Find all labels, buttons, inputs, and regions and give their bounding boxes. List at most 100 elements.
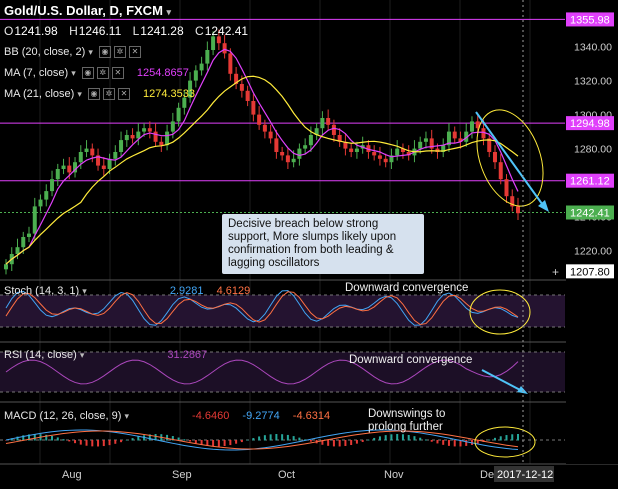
price-axis: 1340.001320.001300.001280.001260.001240.…: [566, 0, 618, 464]
candle-body: [377, 155, 382, 159]
candle-body: [372, 151, 377, 156]
candle-body: [469, 121, 474, 132]
candle-body: [349, 148, 354, 152]
macd-legend[interactable]: MACD (12, 26, close, 9) ▾ -4.6460 -9.277…: [4, 410, 330, 422]
eye-icon[interactable]: ◉: [98, 46, 111, 59]
candle-body: [193, 70, 198, 81]
macd-hist-bar: [413, 436, 416, 441]
chart-stage[interactable]: 100.00000.000075.000050.000025.00000.000…: [0, 0, 618, 484]
chevron-down-icon[interactable]: ▾: [124, 411, 129, 421]
macd-hist-bar: [488, 439, 491, 441]
candle-body: [205, 49, 210, 64]
candle-body: [303, 145, 308, 149]
candle-body: [251, 100, 256, 115]
price-level-label: 1355.98: [570, 14, 610, 26]
candle-body: [291, 158, 296, 163]
macd-hist-bar: [240, 440, 243, 443]
candle-body: [147, 128, 152, 132]
chevron-down-icon[interactable]: ▾: [80, 350, 85, 360]
candle-body: [285, 155, 290, 163]
indicator-ma7-label: MA (7, close): [4, 67, 69, 79]
macd-hist-bar: [499, 436, 502, 441]
gear-icon[interactable]: ✲: [96, 67, 109, 80]
close-icon[interactable]: ✕: [111, 67, 124, 80]
macd-hist-bar: [85, 440, 88, 446]
eye-icon[interactable]: ◉: [87, 88, 100, 101]
gear-icon[interactable]: ✲: [113, 46, 126, 59]
rsi-legend[interactable]: RSI (14, close) ▾ 31.2867: [4, 349, 207, 361]
candle-body: [159, 141, 164, 146]
candle-body: [257, 114, 262, 125]
macd-hist-bar: [344, 440, 347, 446]
macd-hist-bar: [125, 439, 128, 441]
macd-hist-bar: [361, 440, 364, 442]
rsi-value: 31.2867: [167, 349, 208, 361]
candle-body: [262, 124, 267, 132]
candle-body: [4, 264, 8, 270]
macd-ellipse: [474, 426, 536, 458]
macd-hist-bar: [298, 437, 301, 441]
candle-body: [67, 165, 72, 173]
rsi-annotation: Downward convergence: [349, 354, 473, 366]
candle-body: [44, 191, 49, 200]
candle-body: [124, 134, 129, 141]
date-tick-label: Sep: [172, 469, 192, 481]
date-tick-label: De: [480, 469, 494, 481]
candle-body: [113, 151, 118, 159]
macd-hist-bar: [442, 440, 445, 445]
high-label: H: [69, 24, 78, 38]
chevron-down-icon[interactable]: ▾: [77, 89, 82, 99]
macd-hist-bar: [419, 437, 422, 441]
close-icon[interactable]: ✕: [117, 88, 130, 101]
indicator-bb[interactable]: BB (20, close, 2) ▾ ◉ ✲ ✕: [4, 46, 151, 59]
macd-hist-bar: [430, 440, 433, 442]
candle-body: [516, 206, 520, 214]
macd-hist-bar: [407, 434, 410, 441]
price-level-label: 1207.80: [570, 266, 610, 278]
macd-hist-bar: [286, 434, 289, 441]
stoch-d-value: 4.6129: [216, 285, 251, 297]
stoch-k-value: 2.9281: [169, 285, 204, 297]
candle-body: [331, 124, 336, 135]
candle-body: [170, 121, 175, 132]
macd-hist-bar: [338, 440, 341, 447]
candle-body: [176, 107, 181, 122]
candle-body: [101, 165, 106, 169]
candle-body: [27, 233, 32, 237]
macd-hist-bar: [390, 434, 393, 441]
chevron-down-icon[interactable]: ▾: [82, 286, 87, 296]
macd-signal-value: -4.6314: [292, 410, 331, 422]
macd-hist-bar: [309, 440, 312, 442]
chevron-down-icon[interactable]: ▾: [167, 7, 172, 17]
open-label: O: [4, 24, 14, 38]
macd-hist-bar: [97, 440, 100, 447]
chevron-down-icon[interactable]: ▾: [88, 47, 93, 57]
macd-hist-bar: [465, 440, 468, 446]
gear-icon[interactable]: ✲: [102, 88, 115, 101]
candle-body: [21, 236, 26, 248]
macd-hist-bar: [79, 440, 82, 445]
symbol-title[interactable]: Gold/U.S. Dollar, D, FXCM ▾: [4, 3, 171, 18]
macd-hist-bar: [131, 438, 134, 441]
low-label: L: [132, 24, 140, 38]
macd-hist-value: -4.6460: [192, 410, 230, 422]
macd-hist-bar: [246, 439, 249, 441]
trend-arrow-line: [475, 111, 546, 209]
chevron-down-icon[interactable]: ▾: [71, 68, 76, 78]
candle-body: [199, 63, 204, 71]
candle-body: [274, 138, 279, 152]
candle-body: [280, 151, 285, 156]
stoch-legend[interactable]: Stoch (14, 3, 1) ▾ 2.9281 4.6129: [4, 285, 250, 297]
macd-hist-bar: [62, 439, 65, 441]
macd-hist-bar: [281, 434, 284, 441]
indicator-ma7[interactable]: MA (7, close) ▾ ◉ ✲ ✕ 1254.8657: [4, 67, 189, 80]
indicator-ma21[interactable]: MA (21, close) ▾ ◉ ✲ ✕ 1274.3533: [4, 88, 195, 101]
close-icon[interactable]: ✕: [128, 46, 141, 59]
price-tick-label: 1220.00: [574, 246, 612, 258]
candle-body: [268, 131, 273, 139]
date-tick-label: Oct: [278, 469, 295, 481]
macd-hist-bar: [332, 440, 335, 447]
eye-icon[interactable]: ◉: [81, 67, 94, 80]
price-tick-label: 1320.00: [574, 76, 612, 88]
macd-hist-bar: [51, 435, 54, 441]
